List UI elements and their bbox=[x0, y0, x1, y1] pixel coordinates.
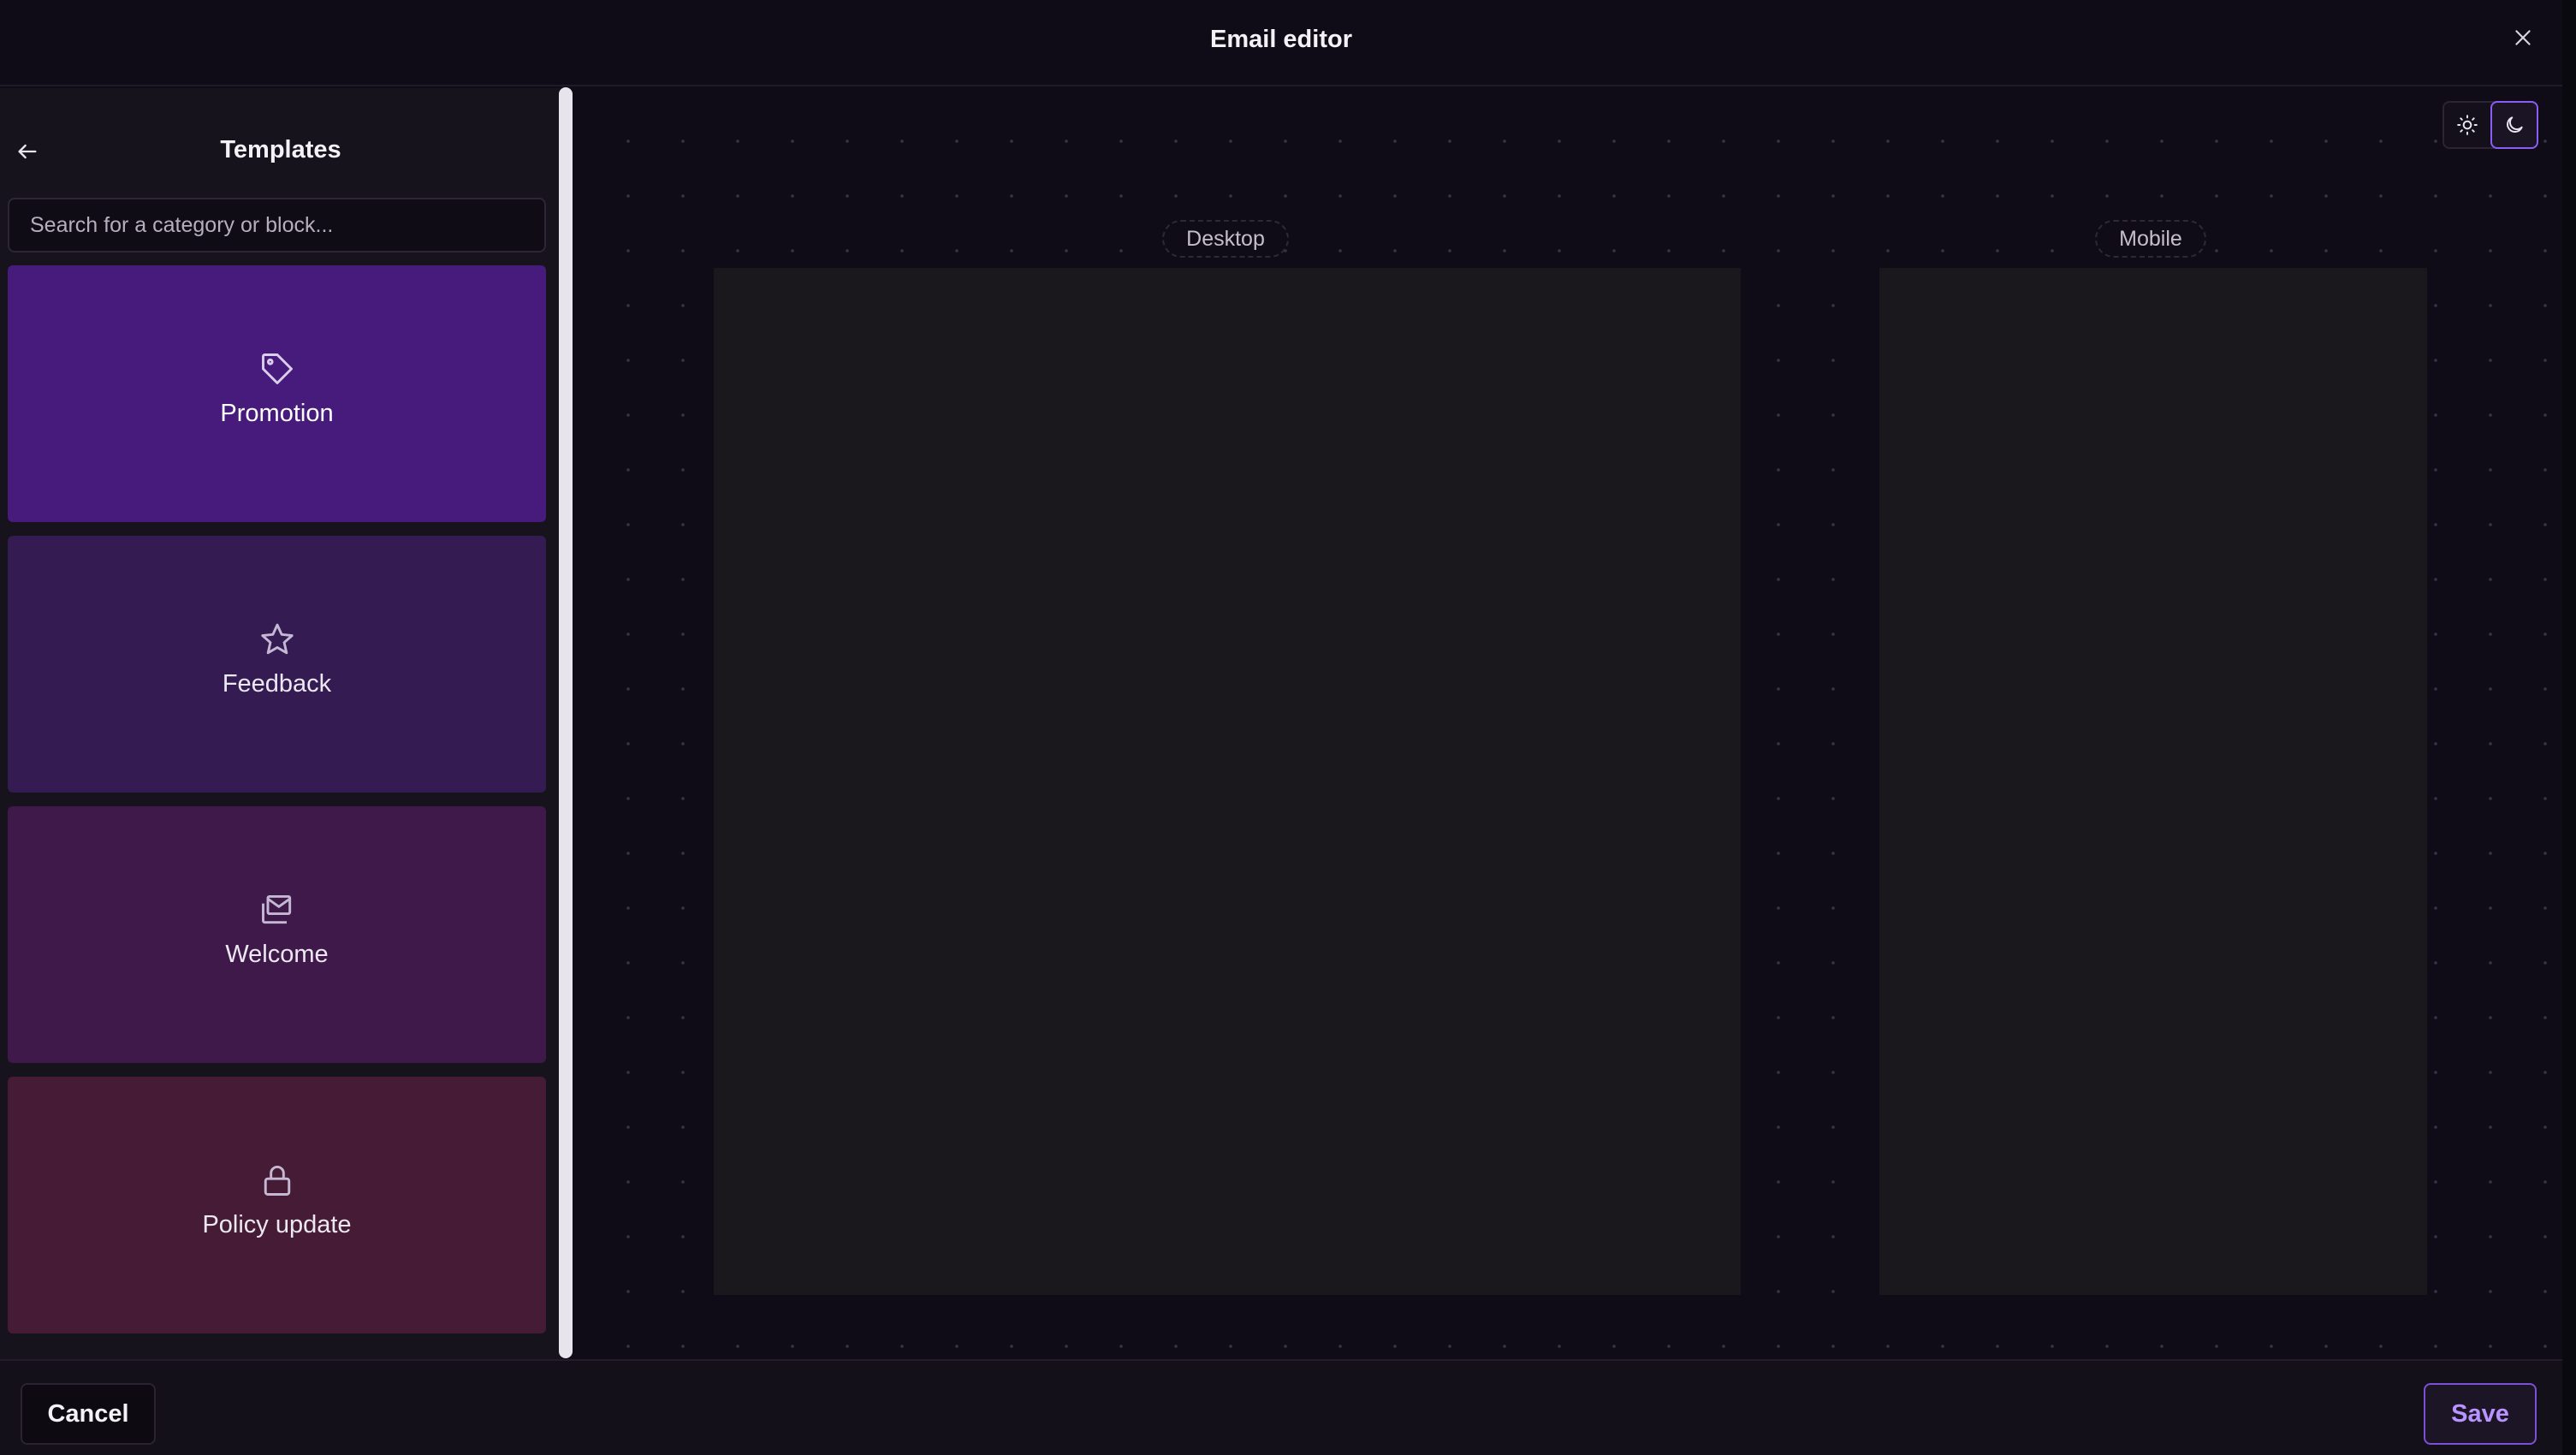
mobile-preview-frame[interactable] bbox=[1879, 268, 2427, 1295]
template-card-promotion[interactable]: Promotion bbox=[8, 265, 546, 522]
template-label: Welcome bbox=[225, 940, 329, 968]
close-icon bbox=[2515, 30, 2531, 45]
dark-theme-button[interactable] bbox=[2490, 101, 2538, 149]
sidebar-header: Templates bbox=[0, 88, 561, 191]
tag-icon bbox=[261, 353, 293, 384]
email-editor-dialog: Email editor Templates Promotion bbox=[0, 0, 2576, 1455]
template-label: Feedback bbox=[222, 669, 332, 698]
star-icon bbox=[260, 623, 294, 654]
template-card-policy-update[interactable]: Policy update bbox=[8, 1077, 546, 1333]
dialog-header: Email editor bbox=[0, 0, 2562, 86]
templates-sidebar: Templates Promotion Feedback bbox=[0, 88, 561, 1359]
window-edge bbox=[2562, 0, 2576, 1455]
preview-label-mobile: Mobile bbox=[2095, 220, 2206, 258]
mail-open-icon bbox=[261, 894, 291, 923]
sidebar-scrollbar[interactable] bbox=[559, 87, 573, 1358]
dialog-footer: Cancel Save bbox=[0, 1359, 2562, 1455]
lock-icon bbox=[264, 1165, 290, 1196]
close-button[interactable] bbox=[2506, 21, 2540, 55]
theme-toggle bbox=[2442, 101, 2538, 149]
cancel-button[interactable]: Cancel bbox=[21, 1383, 156, 1445]
template-label: Promotion bbox=[220, 399, 334, 427]
sidebar-title: Templates bbox=[220, 136, 341, 163]
desktop-preview-frame[interactable] bbox=[714, 268, 1741, 1295]
dialog-title: Email editor bbox=[1210, 26, 1352, 53]
preview-canvas: Desktop Mobile bbox=[575, 88, 2562, 1359]
moon-icon bbox=[2507, 116, 2523, 133]
preview-label-desktop: Desktop bbox=[1162, 220, 1289, 258]
sun-icon bbox=[2457, 115, 2478, 135]
template-label: Policy update bbox=[202, 1210, 352, 1238]
template-card-welcome[interactable]: Welcome bbox=[8, 806, 546, 1063]
save-button[interactable]: Save bbox=[2424, 1383, 2537, 1445]
search-input[interactable] bbox=[8, 198, 546, 252]
light-theme-button[interactable] bbox=[2444, 103, 2490, 147]
template-card-feedback[interactable]: Feedback bbox=[8, 536, 546, 793]
